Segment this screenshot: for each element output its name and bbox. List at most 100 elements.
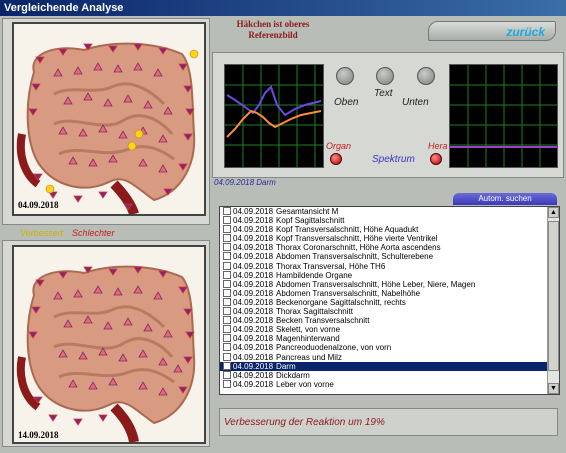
checkbox[interactable] — [223, 352, 231, 361]
current-caption: 04.09.2018 Darm — [214, 178, 276, 187]
text-button[interactable] — [376, 67, 394, 85]
left-scope-graph — [225, 65, 323, 167]
checkbox[interactable] — [223, 334, 231, 343]
list-item-text: Darm — [276, 361, 296, 371]
list-item-text: Beckenorgane Sagittalschnitt, rechts — [276, 297, 406, 307]
list-item[interactable]: 04.09.2018 Kopf Transversalschnitt, Höhe … — [220, 225, 559, 234]
list-item-date: 04.09.2018 — [233, 270, 274, 280]
list-item-date: 04.09.2018 — [233, 279, 274, 289]
list-item[interactable]: 04.09.2018 Abdomen Transversalschnitt, Sc… — [220, 252, 559, 261]
list-item-date: 04.09.2018 — [233, 207, 274, 216]
auto-search-button[interactable]: Autom. suchen — [453, 193, 557, 205]
list-item-text: Kopf Transversalschnitt, Höhe vierte Ven… — [276, 234, 438, 244]
list-item[interactable]: 04.09.2018 Abdomen Transversalschnitt, Na… — [220, 288, 559, 298]
filter-improved[interactable]: Verbessert — [20, 228, 63, 238]
list-item[interactable]: 04.09.2018 Dickdarm — [220, 370, 559, 380]
list-item[interactable]: 04.09.2018 Hambildende Organe — [220, 270, 559, 280]
scroll-thumb[interactable] — [548, 221, 559, 371]
list-item[interactable]: 04.09.2018 Thorax Coronarschnitt, Höhe Ao… — [220, 243, 559, 252]
list-item[interactable]: 04.09.2018 Pancreas und Milz — [220, 352, 559, 362]
filter-worse[interactable]: Schlechter — [72, 228, 115, 238]
bottom-intestine-image[interactable]: 14.09.2018 — [12, 245, 206, 444]
bottom-button[interactable] — [417, 67, 435, 85]
top-image-date: 04.09.2018 — [18, 200, 59, 210]
list-item[interactable]: 04.09.2018 Leber von vorne — [220, 379, 559, 389]
list-item-date: 04.09.2018 — [233, 297, 274, 307]
list-item-text: Pancreoduodenalzone, von vorn — [276, 343, 392, 353]
list-item[interactable]: 04.09.2018 Skelett, von vorne — [220, 325, 559, 334]
left-scope — [224, 64, 324, 168]
list-item-date: 04.09.2018 — [233, 334, 274, 344]
list-item-date: 04.09.2018 — [233, 316, 274, 326]
list-item-date: 04.09.2018 — [233, 379, 274, 389]
checkbox[interactable] — [223, 279, 231, 288]
checkbox[interactable] — [223, 316, 231, 325]
top-button[interactable] — [336, 67, 354, 85]
list-item[interactable]: 04.09.2018 Beckenorgane Sagittalschnitt, … — [220, 297, 559, 307]
list-item[interactable]: 04.09.2018 Thorax Transversal, Höhe TH6 — [220, 261, 559, 271]
checkbox[interactable] — [223, 343, 231, 352]
list-item[interactable]: 04.09.2018 Magenhinterwand — [220, 334, 559, 343]
list-item-text: Gesamtansicht M — [276, 207, 339, 216]
checkbox[interactable] — [223, 243, 231, 252]
reference-hint-line1: Häkchen ist oberes — [236, 19, 310, 29]
checkbox[interactable] — [223, 234, 231, 243]
checkbox[interactable] — [223, 370, 231, 379]
list-item[interactable]: 04.09.2018 Kopf Transversalschnitt, Höhe … — [220, 234, 559, 243]
list-item-date: 04.09.2018 — [233, 352, 274, 362]
bottom-image-date: 14.09.2018 — [18, 430, 59, 440]
list-item[interactable]: 04.09.2018 Kopf Sagittalschnitt — [220, 216, 559, 225]
right-scope — [449, 64, 558, 168]
list-item-text: Magenhinterwand — [276, 334, 340, 344]
list-item-date: 04.09.2018 — [233, 243, 274, 253]
checkbox[interactable] — [223, 252, 231, 261]
scroll-up-icon[interactable]: ▲ — [548, 207, 559, 218]
list-item-date: 04.09.2018 — [233, 370, 274, 380]
list-item-date: 04.09.2018 — [233, 325, 274, 335]
checkbox[interactable] — [223, 270, 231, 279]
list-item-text: Pancreas und Milz — [276, 352, 342, 362]
checkbox[interactable] — [223, 207, 231, 215]
list-item-text: Leber von vorne — [276, 379, 334, 389]
top-label: Oben — [334, 97, 359, 108]
checkbox[interactable] — [223, 216, 231, 225]
checkbox[interactable] — [223, 325, 231, 334]
status-message: Verbesserung der Reaktion um 19% — [219, 408, 558, 436]
checkbox[interactable] — [223, 297, 231, 306]
hera-indicator[interactable] — [430, 153, 442, 165]
list-item[interactable]: 04.09.2018 Pancreoduodenalzone, von vorn — [220, 343, 559, 352]
list-item[interactable]: 04.09.2018 Thorax Sagittalschnitt — [220, 307, 559, 316]
bottom-intestine-graphic — [14, 247, 204, 442]
reference-hint-line2: Referenzbild — [248, 30, 298, 40]
list-item-text: Abdomen Transversalschnitt, Höhe Leber, … — [276, 279, 476, 289]
scroll-down-icon[interactable]: ▼ — [548, 383, 559, 394]
checkbox[interactable] — [223, 379, 231, 388]
top-intestine-graphic — [14, 24, 204, 214]
list-item[interactable]: 04.09.2018 Gesamtansicht M — [220, 207, 559, 216]
list-item-text: Thorax Coronarschnitt, Höhe Aorta ascend… — [276, 243, 441, 253]
list-item-text: Abdomen Transversalschnitt, Nabelhöhe — [276, 288, 421, 298]
top-intestine-image[interactable]: 04.09.2018 — [12, 22, 206, 216]
organ-indicator[interactable] — [330, 153, 342, 165]
checkbox[interactable] — [223, 307, 231, 316]
list-item[interactable]: 04.09.2018 Abdomen Transversalschnitt, Hö… — [220, 279, 559, 289]
checkbox[interactable] — [223, 288, 231, 297]
list-item[interactable]: 04.09.2018 Becken Transversalschnitt — [220, 316, 559, 325]
analysis-list[interactable]: 04.09.2018 Gesamtansicht M 04.09.2018 Kopf … — [219, 206, 560, 395]
checkbox[interactable] — [223, 261, 231, 270]
list-item-date: 04.09.2018 — [233, 234, 274, 244]
list-scrollbar[interactable]: ▲ ▼ — [547, 207, 559, 394]
list-item-text: Skelett, von vorne — [276, 325, 341, 335]
list-item-text: Becken Transversalschnitt — [276, 316, 370, 326]
reference-hint: Häkchen ist oberes Referenzbild — [218, 19, 328, 41]
list-item-text: Thorax Sagittalschnitt — [276, 307, 353, 317]
back-button[interactable]: zurück — [428, 21, 556, 41]
list-item[interactable]: 04.09.2018 Darm — [220, 361, 559, 371]
list-item-text: Abdomen Transversalschnitt, Schultereben… — [276, 252, 434, 262]
checkbox[interactable] — [223, 225, 231, 234]
left-scope-blue-line — [226, 85, 322, 117]
list-item-text: Thorax Transversal, Höhe TH6 — [276, 261, 386, 271]
list-item-text: Kopf Sagittalschnitt — [276, 216, 345, 226]
checkbox[interactable] — [223, 361, 231, 370]
list-item-text: Dickdarm — [276, 370, 310, 380]
